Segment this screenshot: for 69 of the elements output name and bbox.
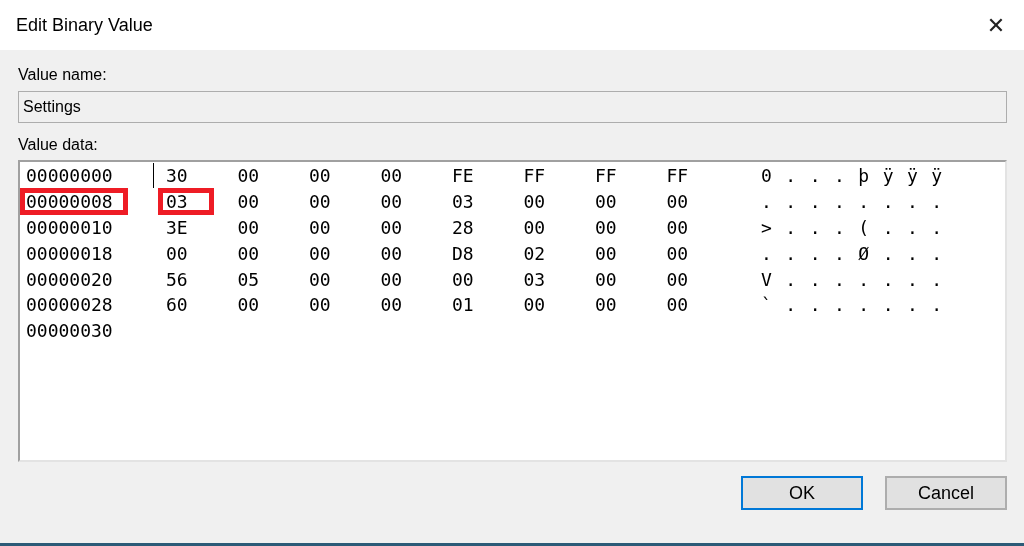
address-cell-text: 00000028: [25, 293, 114, 318]
address-cell-text: 00000020: [25, 267, 114, 292]
byte-cell-text: 00: [665, 293, 690, 318]
byte-cell-text: 00: [308, 190, 332, 215]
byte-cell-text: 00: [379, 241, 404, 266]
byte-cell-text: 00: [308, 216, 332, 240]
dialog-button[interactable]: Cancel: [885, 476, 1007, 510]
byte-cell-text: 00: [379, 190, 404, 215]
byte-cell-text: 28: [451, 216, 475, 240]
byte-cell-text: 00: [379, 164, 404, 189]
byte-cell-text: 56: [165, 267, 189, 292]
byte-cell-text: 00: [379, 293, 404, 318]
byte-cell-text: 00: [308, 241, 332, 266]
ascii-cell: ....Ø...: [761, 242, 956, 264]
byte-cell-text: 00: [665, 241, 690, 266]
byte-cell-text: 00: [594, 293, 618, 318]
byte-cell-text: 00: [665, 216, 690, 240]
byte-cell-text: 00: [165, 241, 189, 266]
byte-cell-text: 00: [594, 190, 618, 215]
byte-cell-text: 00: [665, 267, 690, 292]
byte-cell-text: 00: [594, 241, 618, 266]
address-cell-text: 00000000: [25, 164, 114, 189]
value-data-label: Value data:: [18, 136, 98, 154]
byte-cell-text: 00: [451, 267, 475, 292]
dialog-button[interactable]: OK: [741, 476, 863, 510]
window-title: Edit Binary Value: [16, 14, 153, 36]
byte-cell-text: 00: [379, 267, 404, 292]
byte-cell: 03: [158, 188, 214, 216]
byte-cell-text: 30: [165, 164, 189, 189]
address-cell: 00000008: [20, 188, 128, 216]
byte-cell-text: 03: [522, 267, 547, 292]
byte-cell-text: 00: [236, 216, 261, 240]
byte-cell-text: 05: [236, 267, 261, 292]
byte-cell-text: 03: [451, 190, 475, 215]
address-cell-text: 00000030: [25, 319, 114, 344]
byte-cell-text: 02: [522, 241, 547, 266]
hex-editor[interactable]: [18, 160, 1007, 462]
value-name-field[interactable]: Settings: [18, 91, 1007, 123]
byte-cell-text: 00: [522, 293, 547, 318]
byte-cell-text: 3E: [165, 216, 189, 240]
ascii-cell: V.......: [761, 268, 956, 290]
address-cell-text: 00000010: [25, 216, 114, 240]
byte-cell-text: 00: [522, 216, 547, 240]
value-name-label: Value name:: [18, 66, 107, 84]
close-button[interactable]: ✕: [968, 0, 1024, 50]
ascii-cell: >...(...: [761, 217, 956, 238]
byte-cell-text: FF: [594, 164, 618, 189]
byte-cell-text: 00: [236, 190, 261, 215]
byte-cell-text: D8: [451, 241, 475, 266]
byte-cell-text: 00: [522, 190, 547, 215]
byte-cell-text: 00: [236, 164, 261, 189]
byte-cell-text: 00: [308, 164, 332, 189]
byte-cell-text: 00: [236, 241, 261, 266]
byte-cell-text: 01: [451, 293, 475, 318]
ascii-cell: `.......: [761, 294, 956, 316]
byte-cell-text: 00: [236, 293, 261, 318]
byte-cell-text: 00: [379, 216, 404, 240]
byte-cell-text: 00: [594, 216, 618, 240]
byte-cell-text: FF: [522, 164, 547, 189]
address-cell-text: 00000018: [25, 241, 114, 266]
byte-cell-text: 60: [165, 293, 189, 318]
byte-cell-text: 00: [308, 267, 332, 292]
byte-cell-text: 00: [308, 293, 332, 318]
byte-cell-text: 00: [665, 190, 690, 215]
byte-cell-text: FF: [665, 164, 690, 189]
byte-cell-text: FE: [451, 164, 475, 189]
byte-cell-text: 00: [594, 267, 618, 292]
ascii-cell: ........: [761, 191, 956, 213]
ascii-cell: 0...þÿÿÿ: [761, 165, 956, 187]
